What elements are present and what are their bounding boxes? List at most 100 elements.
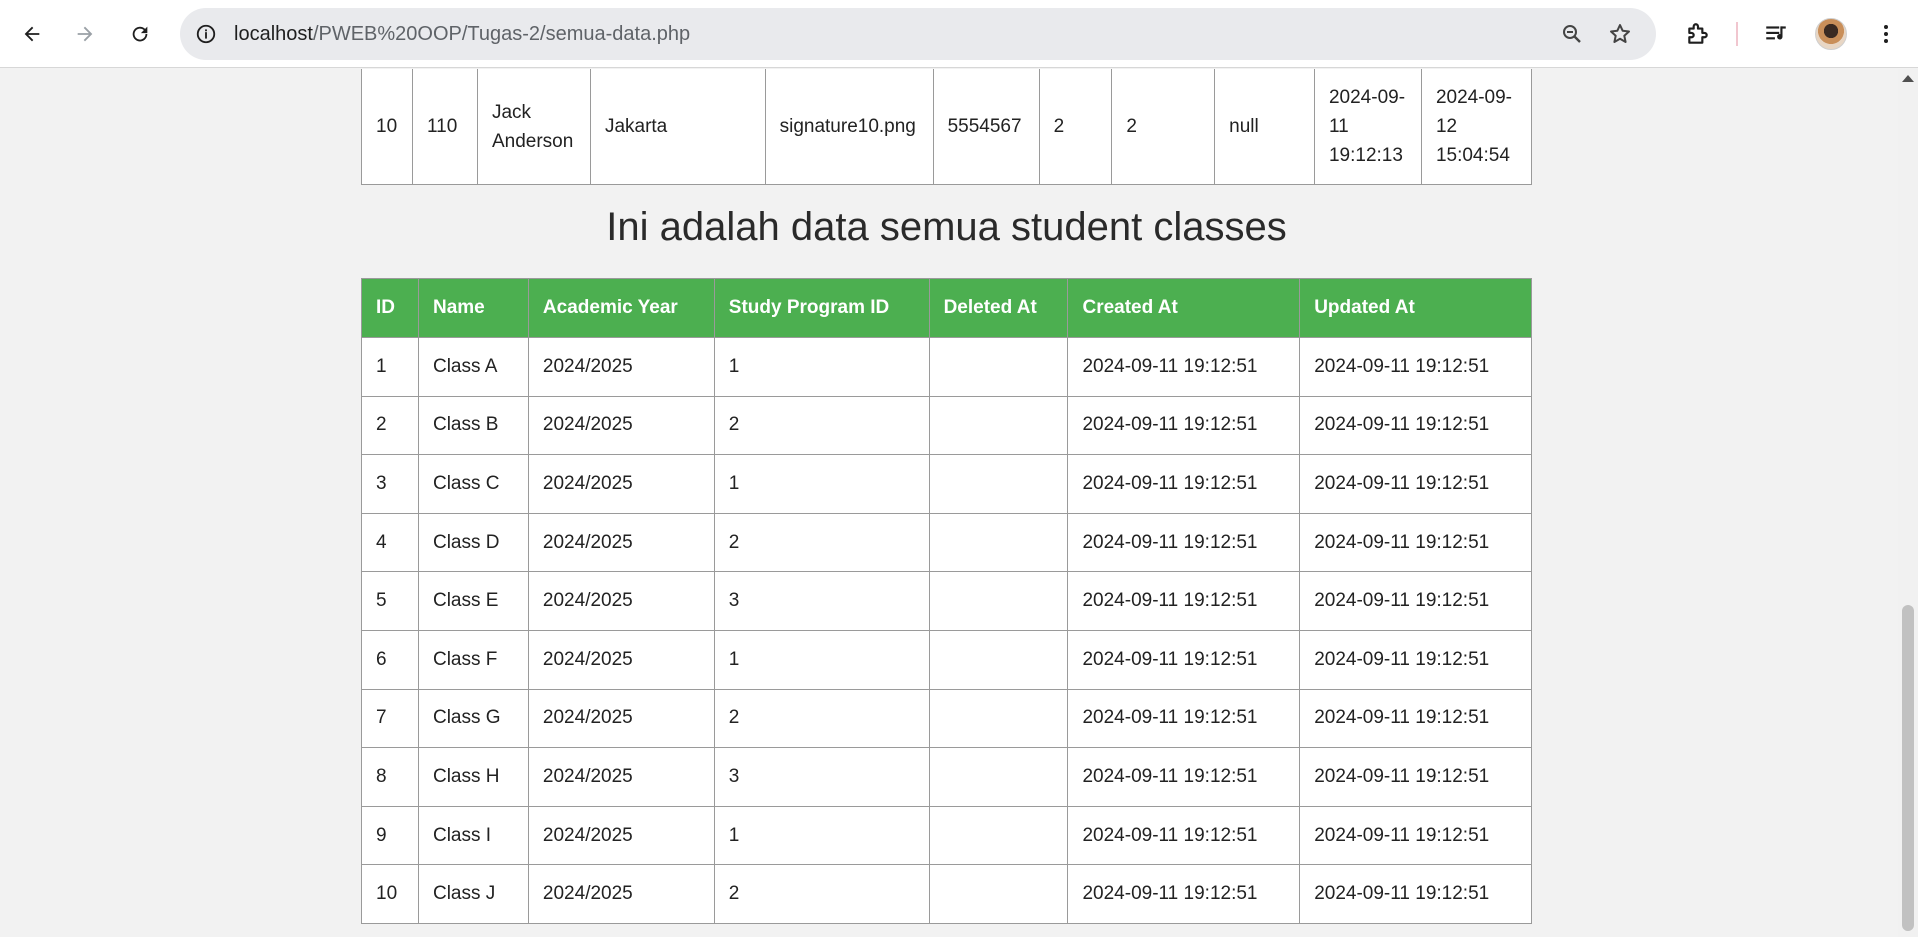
- reload-icon: [132, 26, 148, 42]
- table-cell: 2024/2025: [527, 688, 715, 749]
- address-bar[interactable]: localhost/PWEB%20OOP/Tugas-2/semua-data.…: [180, 8, 1656, 60]
- table-row: 10 110 Jack Anderson Jakarta signature10…: [361, 69, 1533, 185]
- table-row: 6 Class F 2024/2025 1 2024-09-11 19:12:51 202…: [361, 629, 1532, 690]
- table-cell: 8: [361, 747, 419, 807]
- table-cell: 1: [361, 337, 419, 397]
- forward-arrow-icon: [77, 26, 93, 42]
- table-cell: 1: [713, 629, 930, 690]
- table-cell: Class E: [417, 571, 529, 631]
- star-icon: [1610, 24, 1630, 43]
- table-cell: 2: [1111, 69, 1216, 185]
- table-cell: 2024-09-11 19:12:51: [1299, 571, 1532, 631]
- table-cell: 2024-09-11 19:12:51: [1067, 864, 1301, 924]
- table-row: 9 Class I 2024/2025 1 2024-09-11 19:12:51 202…: [361, 805, 1532, 866]
- zoom-button[interactable]: [1558, 20, 1586, 48]
- table-cell: 9: [361, 805, 419, 866]
- table-cell: signature10.png: [764, 69, 934, 185]
- table-cell: Jakarta: [589, 69, 766, 185]
- table-cell: 2: [713, 395, 930, 456]
- table-row: 3 Class C 2024/2025 1 2024-09-11 19:12:51 202…: [361, 454, 1532, 514]
- extensions-button[interactable]: [1678, 14, 1718, 54]
- table-cell: 10: [361, 864, 419, 924]
- table-cell: Class H: [417, 747, 529, 807]
- table-cell: 2024/2025: [527, 747, 715, 807]
- table-row: 2 Class B 2024/2025 2 2024-09-11 19:12:51 202…: [361, 395, 1532, 456]
- table-cell: [928, 805, 1069, 866]
- table-cell: 2024/2025: [527, 337, 715, 397]
- table-cell: [928, 454, 1069, 514]
- table-cell: 2024/2025: [527, 571, 715, 631]
- column-header: Deleted At: [928, 278, 1069, 338]
- table-cell: 2024-09-11 19:12:51: [1299, 747, 1532, 807]
- table-row: 10 Class J 2024/2025 2 2024-09-11 19:12:51 20…: [361, 864, 1532, 924]
- table-cell: 110: [411, 69, 478, 185]
- table-cell: Class C: [417, 454, 529, 514]
- reload-button[interactable]: [120, 14, 160, 54]
- table-cell: 2024-09-11 19:12:51: [1067, 805, 1301, 866]
- column-header: ID: [361, 278, 419, 338]
- section-title: Ini adalah data semua student classes: [606, 205, 1287, 249]
- table-cell: Class D: [417, 512, 529, 573]
- table-cell: 3: [713, 571, 930, 631]
- table-cell: [928, 629, 1069, 690]
- table-cell: null: [1214, 69, 1315, 185]
- profile-avatar[interactable]: [1815, 18, 1847, 50]
- table-cell: 2: [713, 864, 930, 924]
- table-cell: 2024-09-11 19:12:51: [1299, 688, 1532, 749]
- table-cell: 2024-09-11 19:12:51: [1299, 629, 1532, 690]
- table-cell: Class B: [417, 395, 529, 456]
- table-cell: 2024-09-11 19:12:51: [1067, 454, 1301, 514]
- table-cell: Jack Anderson: [476, 69, 591, 185]
- table-cell: Class J: [417, 864, 529, 924]
- scroll-thumb[interactable]: [1902, 605, 1914, 931]
- table-body: 1 Class A 2024/2025 1 2024-09-11 19:12:51 202…: [361, 337, 1532, 924]
- zoom-icon: [1563, 25, 1581, 43]
- back-button[interactable]: [12, 14, 52, 54]
- table-cell: 3: [361, 454, 419, 514]
- student-classes-table: ID Name Academic Year Study Program ID D…: [361, 278, 1532, 924]
- browser-menu-button[interactable]: [1866, 14, 1906, 54]
- table-row: 1 Class A 2024/2025 1 2024-09-11 19:12:51 202…: [361, 337, 1532, 397]
- table-cell: Class F: [417, 629, 529, 690]
- table-cell: 1: [713, 337, 930, 397]
- table-cell: [928, 747, 1069, 807]
- kebab-menu-icon: [1884, 25, 1888, 43]
- media-control-icon: [1766, 26, 1786, 40]
- table-cell: 5: [361, 571, 419, 631]
- back-arrow-icon: [24, 26, 40, 42]
- bookmark-button[interactable]: [1606, 20, 1634, 48]
- url-text[interactable]: localhost/PWEB%20OOP/Tugas-2/semua-data.…: [234, 8, 690, 60]
- vertical-scrollbar[interactable]: [1898, 69, 1918, 937]
- table-cell: 2: [713, 688, 930, 749]
- previous-data-table: 10 110 Jack Anderson Jakarta signature10…: [361, 69, 1533, 185]
- table-cell: 2024-09-11 19:12:13: [1313, 69, 1422, 185]
- table-cell: 2024-09-11 19:12:51: [1067, 688, 1301, 749]
- table-cell: [928, 337, 1069, 397]
- table-cell: 2024-09-11 19:12:51: [1299, 512, 1532, 573]
- page-content: 10 110 Jack Anderson Jakarta signature10…: [0, 69, 1898, 937]
- table-cell: 2024/2025: [527, 629, 715, 690]
- url-path: /PWEB%20OOP/Tugas-2/semua-data.php: [312, 23, 691, 45]
- table-cell: [928, 395, 1069, 456]
- table-row: 8 Class H 2024/2025 3 2024-09-11 19:12:51 202…: [361, 747, 1532, 807]
- table-cell: [928, 571, 1069, 631]
- site-info-button[interactable]: [192, 20, 220, 48]
- browser-toolbar: localhost/PWEB%20OOP/Tugas-2/semua-data.…: [0, 0, 1918, 68]
- table-row: 4 Class D 2024/2025 2 2024-09-11 19:12:51 202…: [361, 512, 1532, 573]
- table-cell: 7: [361, 688, 419, 749]
- table-cell: 4: [361, 512, 419, 573]
- table-cell: 1: [713, 805, 930, 866]
- column-header: Updated At: [1299, 278, 1532, 338]
- table-cell: 2024/2025: [527, 805, 715, 866]
- table-cell: 2024-09-11 19:12:51: [1067, 512, 1301, 573]
- forward-button[interactable]: [65, 14, 105, 54]
- table-cell: 2024-09-11 19:12:51: [1299, 395, 1532, 456]
- table-cell: 2024-09-12 15:04:54: [1420, 69, 1533, 185]
- table-cell: Class A: [417, 337, 529, 397]
- puzzle-icon: [1688, 23, 1708, 44]
- scroll-up-arrow-icon[interactable]: [1902, 75, 1914, 82]
- table-row: 7 Class G 2024/2025 2 2024-09-11 19:12:51 202…: [361, 688, 1532, 749]
- media-control-button[interactable]: [1756, 14, 1796, 54]
- toolbar-separator: [1736, 22, 1738, 46]
- table-cell: 2024-09-11 19:12:51: [1299, 864, 1532, 924]
